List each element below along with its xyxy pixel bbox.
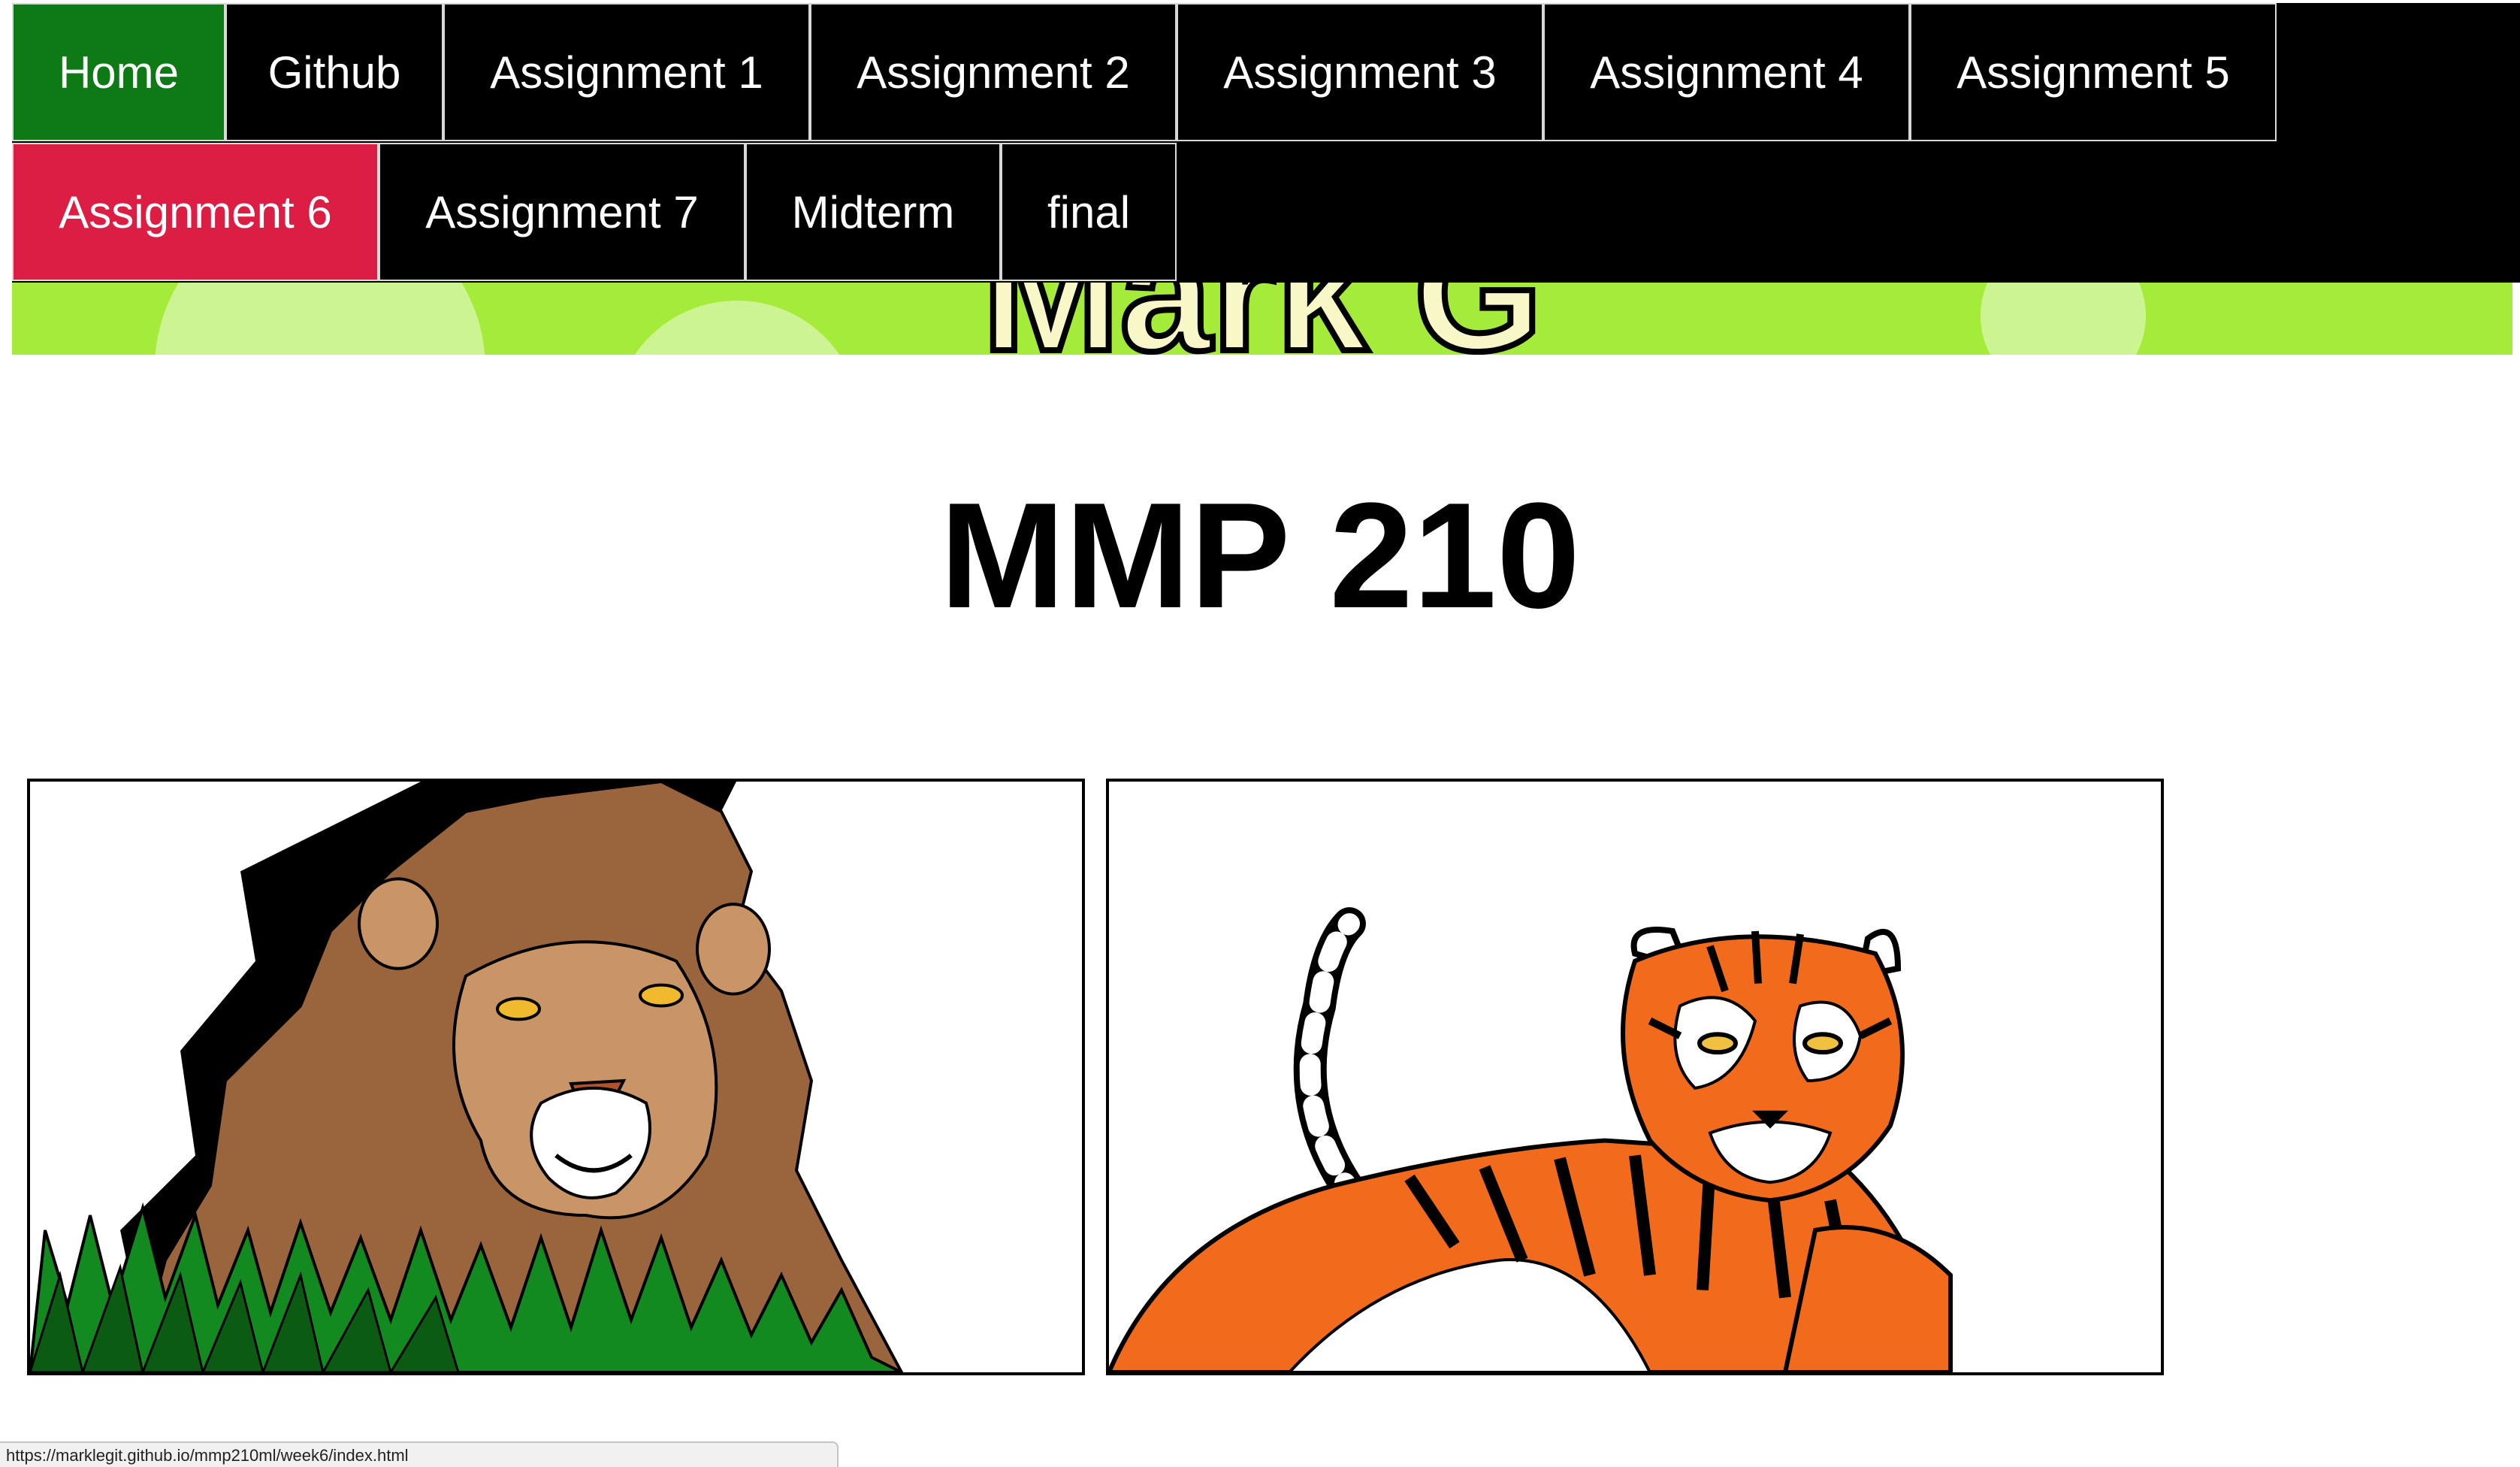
nav-item-assignment-6[interactable]: Assignment 6 <box>12 143 379 281</box>
nav-item-home[interactable]: Home <box>12 3 225 141</box>
status-bar-url: https://marklegit.github.io/mmp210ml/wee… <box>0 1441 838 1467</box>
nav-item-assignment-4[interactable]: Assignment 4 <box>1543 3 1910 141</box>
nav-item-assignment-5[interactable]: Assignment 5 <box>1910 3 2277 141</box>
nav-item-assignment-2[interactable]: Assignment 2 <box>810 3 1177 141</box>
nav-item-midterm[interactable]: Midterm <box>745 143 1001 281</box>
tiger-image[interactable] <box>1106 779 2164 1375</box>
page-heading: MMP 210 <box>939 472 1581 640</box>
nav-item-final[interactable]: final <box>1001 143 1177 281</box>
main-nav: Home Github Assignment 1 Assignment 2 As… <box>12 3 2520 283</box>
tiger-illustration <box>1109 907 1953 1372</box>
nav-row-2: Assignment 6 Assignment 7 Midterm final <box>12 143 1177 281</box>
lion-image[interactable] <box>27 779 1085 1375</box>
nav-item-github[interactable]: Github <box>225 3 443 141</box>
lion-illustration <box>30 782 904 1372</box>
nav-item-assignment-3[interactable]: Assignment 3 <box>1177 3 1543 141</box>
nav-row-1: Home Github Assignment 1 Assignment 2 As… <box>12 3 2277 141</box>
page: Mark G Home Github Assignment 1 Assignme… <box>0 0 2520 1467</box>
nav-item-assignment-7[interactable]: Assignment 7 <box>379 143 745 281</box>
nav-item-assignment-1[interactable]: Assignment 1 <box>443 3 810 141</box>
